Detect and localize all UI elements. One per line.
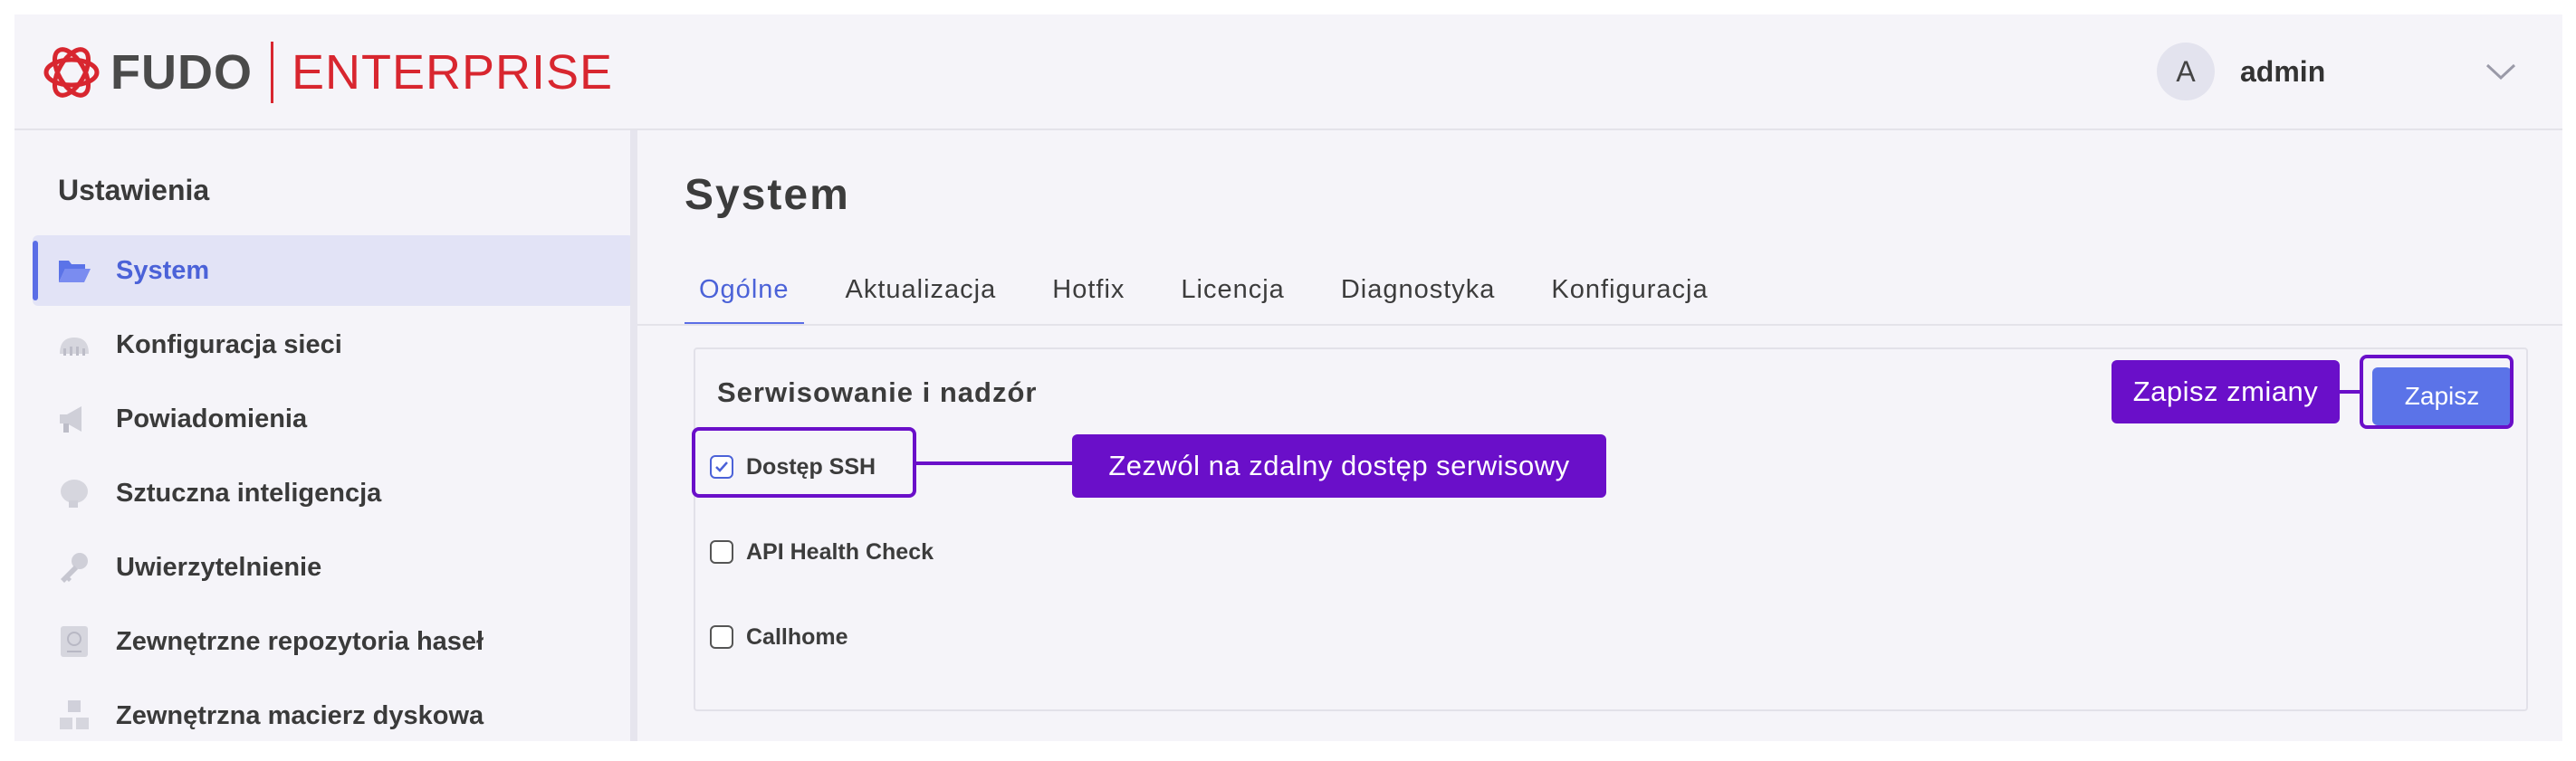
settings-sidebar: Ustawienia System Konfiguracja sieci Pow… — [14, 130, 634, 741]
save-callout-connector — [2340, 390, 2360, 394]
page-title: System — [685, 171, 850, 219]
sidebar-item-ai[interactable]: Sztuczna inteligencja — [33, 458, 634, 528]
folder-open-icon — [59, 261, 91, 282]
sidebar-item-notifications[interactable]: Powiadomienia — [33, 384, 634, 454]
save-highlight-box — [2360, 355, 2514, 429]
tab-update[interactable]: Aktualizacja — [831, 266, 1011, 326]
network-icon — [60, 338, 89, 356]
sidebar-item-disk-array[interactable]: Zewnętrzna macierz dyskowa — [33, 680, 634, 741]
avatar[interactable]: A — [2157, 43, 2215, 100]
logo-separator — [270, 42, 273, 103]
sidebar-item-network[interactable]: Konfiguracja sieci — [33, 309, 634, 380]
ssh-callout: Zezwól na zdalny dostęp serwisowy — [1072, 434, 1606, 498]
brain-icon — [61, 480, 88, 508]
sidebar-item-label: Konfiguracja sieci — [116, 329, 342, 359]
tab-diagnostics[interactable]: Diagnostyka — [1326, 266, 1510, 326]
chevron-down-icon[interactable] — [2485, 62, 2517, 81]
fudo-logo[interactable]: FUDO ENTERPRISE — [42, 36, 613, 109]
tabs-underline — [637, 324, 2562, 326]
tab-license[interactable]: Licencja — [1166, 266, 1298, 326]
sidebar-item-label: Sztuczna inteligencja — [116, 478, 382, 508]
vault-icon — [61, 626, 88, 657]
app-frame: FUDO ENTERPRISE A admin Ustawienia Syste… — [14, 14, 2562, 741]
top-header: FUDO ENTERPRISE A admin — [14, 14, 2562, 130]
ssh-callout-connector — [916, 461, 1072, 465]
tab-general[interactable]: Ogólne — [685, 266, 804, 326]
section-title: Serwisowanie i nadzór — [717, 376, 1038, 408]
fudo-logo-icon — [43, 47, 100, 98]
sidebar-item-authentication[interactable]: Uwierzytelnienie — [33, 532, 634, 603]
ssh-highlight-box — [692, 427, 916, 498]
save-callout: Zapisz zmiany — [2112, 360, 2340, 423]
sidebar-item-system[interactable]: System — [33, 235, 634, 306]
callhome-label: Callhome — [746, 623, 848, 650]
sidebar-item-password-vaults[interactable]: Zewnętrzne repozytoria haseł — [33, 606, 634, 677]
option-callhome[interactable]: Callhome — [710, 619, 848, 655]
callhome-checkbox[interactable] — [710, 625, 733, 649]
api-health-check-label: API Health Check — [746, 538, 934, 565]
sidebar-item-label: Zewnętrzna macierz dyskowa — [116, 700, 484, 730]
user-menu[interactable]: A admin — [2157, 42, 2517, 101]
sidebar-item-label: Uwierzytelnienie — [116, 552, 322, 582]
logo-fudo-text: FUDO — [110, 45, 253, 100]
logo-enterprise-text: ENTERPRISE — [291, 45, 614, 100]
sidebar-title: Ustawienia — [58, 174, 210, 206]
tab-bar: Ogólne Aktualizacja Hotfix Licencja Diag… — [685, 266, 1750, 326]
megaphone-icon — [60, 406, 81, 433]
username[interactable]: admin — [2240, 55, 2485, 89]
key-icon — [61, 553, 88, 583]
api-health-check-checkbox[interactable] — [710, 540, 733, 564]
tab-configuration[interactable]: Konfiguracja — [1537, 266, 1722, 326]
option-api-health-check[interactable]: API Health Check — [710, 534, 934, 570]
sidebar-item-label: Zewnętrzne repozytoria haseł — [116, 626, 484, 656]
sidebar-item-label: Powiadomienia — [116, 404, 308, 433]
sidebar-item-label: System — [116, 255, 210, 285]
tab-hotfix[interactable]: Hotfix — [1038, 266, 1139, 326]
boxes-icon — [60, 700, 89, 729]
sidebar-divider — [630, 130, 637, 741]
